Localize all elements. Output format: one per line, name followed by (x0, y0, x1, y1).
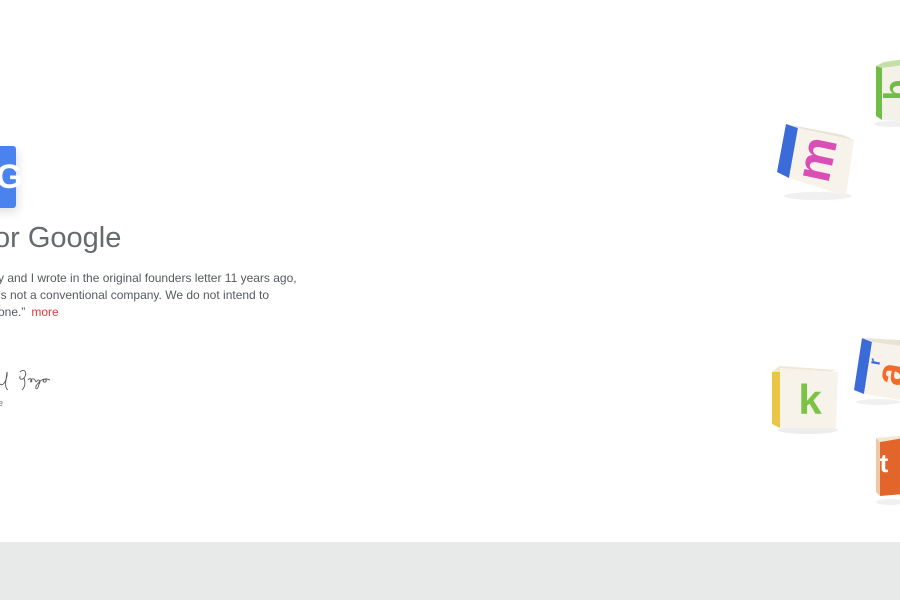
letter-cube-a-icon: r a (852, 336, 900, 406)
footer-band (0, 542, 900, 600)
more-link[interactable]: more (31, 305, 58, 319)
signature-caption: e (0, 398, 4, 408)
quote-line: is not a conventional company. We do not… (0, 288, 270, 302)
quote-line: y and I wrote in the original founders l… (0, 271, 297, 285)
page-heading: or Google (0, 222, 122, 254)
g-letter: G (0, 158, 23, 196)
letter-cube-k-icon: k (770, 364, 842, 436)
letter-cube-b-icon: b (872, 58, 900, 128)
letter-cube-t-icon: t (874, 432, 900, 508)
hero-section: G or Google y and I wrote in the origina… (0, 0, 900, 542)
cube-letter: t (880, 448, 889, 478)
quote-line: one.” (0, 305, 26, 319)
signature-icon (0, 369, 51, 391)
cube-letter: k (798, 376, 822, 423)
cube-letter: b (878, 80, 900, 101)
founder-quote: y and I wrote in the original founders l… (0, 270, 318, 321)
google-g-block-icon: G (0, 146, 22, 208)
letter-cube-m-icon: m (774, 122, 858, 200)
